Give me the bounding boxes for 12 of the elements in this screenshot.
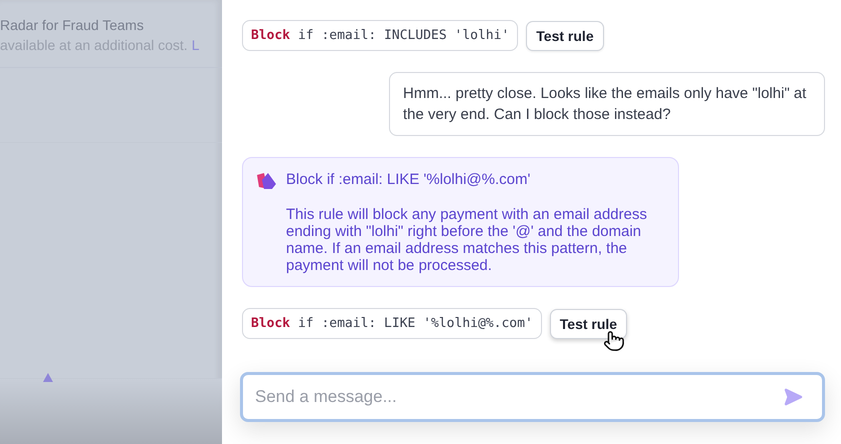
pointer-cursor-icon xyxy=(602,330,625,352)
logo-icon xyxy=(256,172,276,190)
test-rule-button[interactable]: Test rule xyxy=(526,20,604,50)
rule-code: Block if :email: INCLUDES 'lolhi' xyxy=(242,20,518,51)
send-icon[interactable] xyxy=(783,387,803,407)
message-input[interactable]: Send a message... xyxy=(240,372,825,422)
triangle-icon xyxy=(43,373,53,382)
rule-code: Block if :email: LIKE '%lolhi@%.com' xyxy=(242,308,542,339)
rule-title: Block if :email: LIKE '%lolhi@%.com' xyxy=(286,171,532,188)
user-message: Hmm... pretty close. Looks like the emails only have "lolhi" at the very end. Can I block those instead? xyxy=(389,72,825,136)
rule-explanation: This rule will block any payment with an email address ending with "lolhi" right before the '@' and the domain name. If an email address matches this pattern, the payment will not be processed. xyxy=(286,206,648,274)
section-title: Radar for Fraud Teams xyxy=(0,17,145,33)
